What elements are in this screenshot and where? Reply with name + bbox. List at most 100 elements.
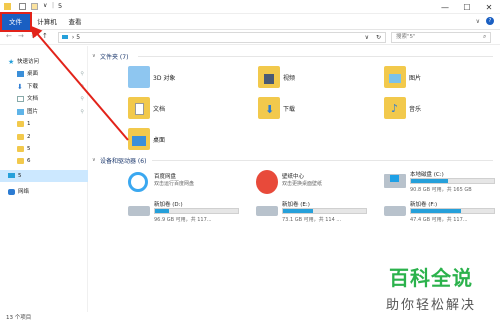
folder-item-documents[interactable]: 文档 bbox=[128, 97, 278, 127]
device-item-wallpaper-center[interactable]: 壁纸中心 双击更换桌面壁纸 bbox=[254, 170, 374, 200]
navigation-pane: ★ 快速访问 桌面 ⚲ ⬇ 下载 ⚲ 文档 ⚲ 图片 ⚲ 1 2 5 6 5 网… bbox=[0, 46, 88, 312]
sidebar-item-network[interactable]: 网络 bbox=[0, 186, 88, 198]
pin-icon[interactable]: ⚲ bbox=[80, 68, 84, 80]
sidebar-item-pictures[interactable]: 图片 ⚲ bbox=[0, 106, 88, 118]
folder-name: 视频 bbox=[283, 75, 296, 82]
videos-folder-icon bbox=[258, 66, 280, 88]
sidebar-item-desktop[interactable]: 桌面 ⚲ bbox=[0, 68, 88, 80]
group-divider bbox=[152, 160, 493, 161]
folder-name: 下载 bbox=[283, 106, 296, 113]
device-name: 壁纸中心 bbox=[282, 174, 305, 180]
drive-usage-fill bbox=[283, 209, 313, 213]
sidebar-item-folder-6[interactable]: 6 bbox=[0, 155, 88, 167]
pin-icon[interactable]: ⚲ bbox=[80, 93, 84, 105]
sidebar-quick-access[interactable]: ★ 快速访问 bbox=[0, 56, 88, 68]
device-item-drive-c[interactable]: 本地磁盘 (C:) 90.8 GB 可用，共 165 GB bbox=[382, 170, 500, 200]
refresh-icon[interactable]: ↻ bbox=[376, 33, 381, 42]
drive-usage-fill bbox=[411, 209, 461, 213]
drive-icon bbox=[128, 206, 150, 216]
pin-icon[interactable]: ⚲ bbox=[80, 106, 84, 118]
sidebar-item-label: 图片 bbox=[27, 109, 39, 115]
device-name: 新加卷 (E:) bbox=[282, 202, 310, 208]
folder-item-pictures[interactable]: 图片 bbox=[384, 66, 500, 96]
download-folder-icon: ⬇ bbox=[17, 83, 23, 91]
sidebar-item-label: 网络 bbox=[18, 189, 30, 195]
drive-usage-bar bbox=[154, 208, 239, 214]
drive-icon bbox=[256, 206, 278, 216]
image-icon bbox=[389, 74, 401, 83]
3d-objects-icon bbox=[128, 66, 150, 88]
sidebar-item-folder-5[interactable]: 5 bbox=[0, 143, 88, 155]
music-folder-icon: ♪ bbox=[384, 97, 406, 119]
windows-logo-icon bbox=[390, 175, 399, 182]
collapse-chevron-icon[interactable]: ∨ bbox=[92, 157, 96, 163]
drive-icon bbox=[384, 206, 406, 216]
properties-icon[interactable] bbox=[19, 3, 26, 10]
sidebar-item-folder-1[interactable]: 1 bbox=[0, 118, 88, 130]
minimize-button[interactable]: — bbox=[434, 0, 456, 14]
recent-locations-icon[interactable]: ∨ bbox=[31, 34, 35, 40]
devices-group-header[interactable]: 设备和驱动器 (6) bbox=[100, 156, 146, 165]
folders-group-header[interactable]: 文件夹 (7) bbox=[100, 52, 128, 61]
sidebar-item-label: 5 bbox=[18, 173, 22, 179]
pin-icon[interactable]: ⚲ bbox=[80, 81, 84, 93]
new-folder-icon[interactable] bbox=[31, 3, 38, 10]
address-bar[interactable]: › 5 ∨ ↻ bbox=[58, 32, 386, 43]
drive-usage-bar bbox=[410, 178, 495, 184]
forward-arrow-icon[interactable]: → bbox=[18, 32, 24, 40]
folder-icon bbox=[17, 121, 24, 127]
maximize-button[interactable]: ☐ bbox=[456, 0, 478, 14]
sidebar-item-label: 下载 bbox=[27, 84, 39, 90]
folder-item-3d-objects[interactable]: 3D 对象 bbox=[128, 66, 278, 96]
watermark-title: 百科全说 bbox=[389, 266, 473, 290]
watermark-subtitle: 助你轻松解决 bbox=[385, 298, 476, 313]
address-dropdown-icon[interactable]: ∨ bbox=[365, 33, 369, 42]
sidebar-item-documents[interactable]: 文档 ⚲ bbox=[0, 93, 88, 105]
sidebar-item-label: 5 bbox=[27, 146, 31, 152]
collapse-chevron-icon[interactable]: ∨ bbox=[92, 53, 96, 59]
folder-item-music[interactable]: ♪ 音乐 bbox=[384, 97, 500, 127]
device-item-baidu-netdisk[interactable]: 百度网盘 双击运行百度网盘 bbox=[126, 170, 246, 200]
watermark: 百科全说 助你轻松解决 bbox=[366, 262, 496, 322]
sidebar-item-label: 桌面 bbox=[27, 71, 39, 77]
pc-icon bbox=[62, 35, 68, 39]
ribbon-expand-icon[interactable]: ∨ bbox=[476, 18, 480, 25]
folder-icon bbox=[4, 3, 11, 10]
desktop-folder-icon bbox=[128, 128, 150, 150]
device-item-drive-d[interactable]: 新加卷 (D:) 96.9 GB 可用，共 117... bbox=[126, 200, 246, 230]
device-name: 百度网盘 bbox=[154, 174, 177, 180]
drive-free-space: 90.8 GB 可用，共 165 GB bbox=[410, 187, 472, 193]
ribbon-tabs: 文件 计算机 查看 ∨ ? bbox=[0, 14, 500, 30]
device-item-drive-e[interactable]: 新加卷 (E:) 73.1 GB 可用，共 114 ... bbox=[254, 200, 374, 230]
address-separator-icon: › bbox=[71, 34, 75, 41]
tab-computer[interactable]: 计算机 bbox=[32, 14, 62, 30]
title-separator: | bbox=[52, 2, 55, 9]
help-icon[interactable]: ? bbox=[486, 17, 494, 25]
sidebar-item-label: 2 bbox=[27, 134, 31, 140]
annotation-highlight-box bbox=[0, 12, 32, 32]
baidu-netdisk-icon bbox=[128, 172, 148, 192]
folder-icon bbox=[17, 146, 24, 152]
up-arrow-icon[interactable]: ↑ bbox=[42, 32, 48, 40]
back-arrow-icon[interactable]: ← bbox=[6, 32, 12, 40]
close-button[interactable]: ✕ bbox=[478, 0, 500, 14]
search-input[interactable]: 搜索"5" bbox=[391, 32, 491, 43]
folder-name: 音乐 bbox=[409, 106, 422, 113]
sidebar-item-label: 6 bbox=[27, 158, 31, 164]
windows-drive-icon bbox=[384, 174, 406, 188]
sidebar-item-downloads[interactable]: ⬇ 下载 ⚲ bbox=[0, 81, 88, 93]
quick-access-dropdown[interactable]: ∨ bbox=[43, 2, 47, 9]
folder-item-desktop[interactable]: 桌面 bbox=[128, 128, 278, 158]
tab-view[interactable]: 查看 bbox=[62, 14, 88, 30]
sidebar-item-this-pc[interactable]: 5 bbox=[0, 170, 88, 182]
downloads-folder-icon: ⬇ bbox=[258, 97, 280, 119]
folder-icon bbox=[17, 134, 24, 140]
documents-folder-icon bbox=[128, 97, 150, 119]
pictures-folder-icon bbox=[17, 109, 24, 115]
documents-folder-icon bbox=[17, 96, 24, 102]
drive-usage-bar bbox=[410, 208, 495, 214]
monitor-icon bbox=[132, 136, 146, 146]
device-item-drive-f[interactable]: 新加卷 (F:) 47.4 GB 可用，共 117... bbox=[382, 200, 500, 230]
drive-usage-fill bbox=[155, 209, 170, 213]
sidebar-item-folder-2[interactable]: 2 bbox=[0, 131, 88, 143]
